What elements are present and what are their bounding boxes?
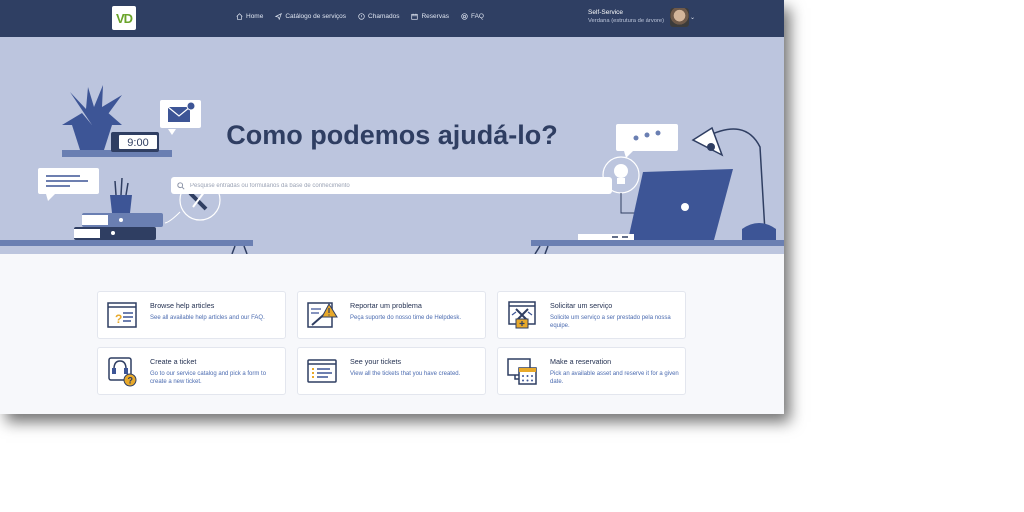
right-desk (531, 240, 784, 246)
logo[interactable]: VD (112, 6, 136, 30)
tile-report-problem[interactable]: Reportar um problema Peça suporte do nos… (297, 291, 486, 339)
paper-plane-icon (275, 13, 283, 20)
chevron-down-icon[interactable]: ⌄ (690, 14, 695, 21)
pen-cup (110, 195, 132, 213)
reservation-icon (507, 358, 537, 385)
svg-text:?: ? (128, 376, 134, 386)
nav-item-home[interactable]: Home (236, 13, 263, 20)
tile-desc: See all available help articles and our … (150, 315, 265, 321)
nav-item-faq[interactable]: FAQ (461, 13, 484, 20)
tile-desc: Peça suporte do nosso time de Helpdesk. (350, 315, 462, 321)
nav-label: Home (246, 13, 264, 20)
create-ticket-icon: ? (108, 357, 137, 387)
tile-title: Make a reservation (550, 357, 612, 366)
tile-title: See your tickets (350, 357, 402, 366)
svg-text:?: ? (115, 312, 122, 326)
main-nav: Home Catálogo de serviços Chamados Reser… (236, 13, 484, 20)
tile-desc: View all the tickets that you have creat… (350, 371, 461, 377)
lamp-base (742, 223, 776, 240)
tile-title: Browse help articles (150, 301, 215, 310)
request-service-icon (508, 301, 536, 329)
help-articles-icon: ? (107, 302, 137, 328)
home-icon (236, 13, 243, 20)
search-icon (177, 181, 185, 190)
app-window: VD Home Catálogo de serviços Chamados Re… (0, 0, 784, 414)
nav-label: Chamados (368, 13, 400, 20)
user-profile: Self-Service (588, 9, 624, 16)
nav-item-catalog[interactable]: Catálogo de serviços (275, 13, 346, 20)
tile-request-service[interactable]: Solicitar um serviço Solicite um serviço… (497, 291, 686, 339)
tickets-list-icon (307, 359, 337, 383)
nav-label: Reservas (421, 13, 449, 20)
avatar[interactable] (670, 8, 689, 27)
left-desk (0, 240, 253, 246)
user-entity: Verdana (estrutura de árvore) (588, 18, 665, 24)
tile-desc: Pick an available asset and reserve it f… (550, 371, 679, 385)
lifebuoy-icon (461, 13, 468, 20)
tile-browse-help[interactable]: ? Browse help articles See all available… (97, 291, 286, 339)
tile-title: Reportar um problema (350, 301, 422, 310)
user-info[interactable]: Self-Service Verdana (estrutura de árvor… (588, 9, 664, 25)
nav-label: Catálogo de serviços (285, 13, 347, 20)
laptop (628, 169, 733, 240)
nav-label: FAQ (470, 13, 484, 20)
nav-item-reservations[interactable]: Reservas (411, 13, 449, 20)
tile-desc: Go to our service catalog and pick a for… (150, 371, 267, 385)
calendar-icon (411, 13, 419, 20)
hero-banner: 9:00 Como podemos ajudá-lo? Pesquise ent… (0, 37, 784, 254)
tile-title: Create a ticket (150, 357, 197, 366)
search-input[interactable] (190, 182, 610, 189)
alert-circle-icon (358, 13, 365, 20)
tile-make-reservation[interactable]: Make a reservation Pick an available ass… (497, 347, 686, 395)
report-problem-icon (307, 302, 338, 328)
tile-desc: Solicite um serviço a ser prestado pela … (550, 315, 671, 329)
tile-title: Solicitar um serviço (550, 301, 613, 310)
nav-item-tickets[interactable]: Chamados (358, 13, 399, 20)
top-navbar: VD Home Catálogo de serviços Chamados Re… (0, 0, 784, 37)
tile-create-ticket[interactable]: ? Create a ticket Go to our service cata… (97, 347, 286, 395)
search-bar[interactable] (171, 177, 612, 194)
tile-see-tickets[interactable]: See your tickets View all the tickets th… (297, 347, 486, 395)
hero-title: Como podemos ajudá-lo? (226, 120, 558, 150)
